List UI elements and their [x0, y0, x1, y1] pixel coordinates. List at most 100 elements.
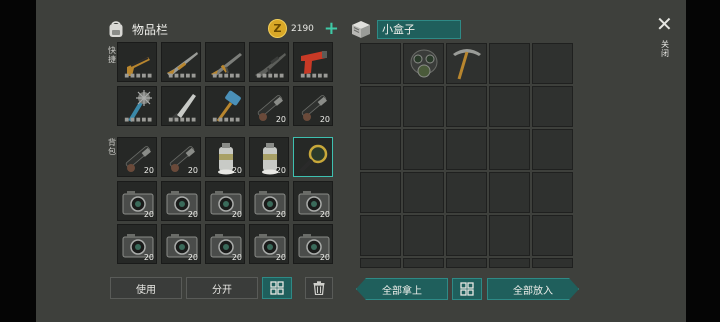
sort-inventory-button[interactable] [262, 277, 292, 299]
close-label[interactable]: 关闭 [660, 40, 670, 58]
inventory-title: 物品栏 [132, 22, 169, 37]
box-slot[interactable] [403, 215, 444, 256]
backpack-icon [109, 21, 123, 37]
inventory-slot[interactable] [293, 137, 333, 177]
box-slot[interactable] [360, 43, 401, 84]
durability-indicator: ■■■■■ [168, 73, 197, 79]
box-slot[interactable] [489, 43, 530, 84]
box-slot[interactable] [489, 258, 530, 268]
item-quantity: 20 [187, 253, 198, 262]
box-slot[interactable] [446, 172, 487, 213]
box-slot[interactable] [360, 129, 401, 170]
box-slot[interactable] [403, 172, 444, 213]
inventory-slot[interactable]: 20 [249, 86, 289, 126]
trash-button[interactable] [305, 277, 333, 299]
box-slot[interactable] [446, 86, 487, 127]
sort-box-button[interactable] [452, 278, 482, 300]
item-quantity: 20 [143, 253, 154, 262]
inventory-slot[interactable]: ■■■■■ [205, 42, 245, 82]
inventory-slot[interactable]: 20 [249, 137, 289, 177]
inventory-slot[interactable]: 20 [117, 181, 157, 221]
durability-indicator: ■■■■■ [256, 73, 285, 79]
backpack-label: 背包 [108, 138, 116, 156]
gas-mask-icon [410, 49, 438, 78]
inventory-slot[interactable]: 20 [205, 181, 245, 221]
box-slot[interactable] [532, 86, 573, 127]
inventory-slot[interactable]: ■■■■■ [117, 86, 157, 126]
item-quantity: 20 [143, 210, 154, 219]
inventory-slot[interactable]: 20 [205, 137, 245, 177]
close-icon[interactable]: ✕ [656, 12, 673, 36]
box-slot[interactable] [532, 215, 573, 256]
box-slot[interactable] [446, 215, 487, 256]
screen-edge-left [0, 0, 36, 322]
box-slot[interactable] [360, 258, 401, 268]
screen-edge-right [686, 0, 720, 322]
item-quantity: 20 [143, 166, 154, 175]
inventory-slot[interactable]: 20 [117, 224, 157, 264]
item-quantity: 20 [231, 210, 242, 219]
inventory-slot[interactable]: 20 [205, 224, 245, 264]
box-slot[interactable] [489, 172, 530, 213]
inventory-slot[interactable]: ■■■■■ [293, 42, 333, 82]
durability-indicator: ■■■■■ [300, 73, 329, 79]
box-slot[interactable] [403, 129, 444, 170]
item-quantity: 20 [187, 166, 198, 175]
add-coins-button[interactable]: + [324, 19, 339, 38]
box-slot[interactable] [403, 43, 444, 84]
pickaxe-icon [453, 49, 481, 80]
inventory-slot[interactable]: ■■■■■ [249, 42, 289, 82]
inventory-slot[interactable]: 20 [293, 181, 333, 221]
magnifier-icon [299, 144, 328, 173]
box-slot[interactable] [489, 86, 530, 127]
inventory-slot[interactable]: 20 [249, 224, 289, 264]
inventory-slot[interactable]: 20 [293, 86, 333, 126]
box-slot[interactable] [360, 86, 401, 127]
item-quantity: 20 [319, 115, 330, 124]
inventory-slot[interactable]: ■■■■■ [117, 42, 157, 82]
take-all-button[interactable]: 全部拿上 [356, 278, 448, 300]
box-header: 小盒子 [350, 18, 461, 40]
box-slot[interactable] [489, 215, 530, 256]
inventory-slot[interactable]: ■■■■■ [161, 42, 201, 82]
inventory-slot[interactable]: 20 [293, 224, 333, 264]
item-quantity: 20 [275, 253, 286, 262]
inventory-slot[interactable]: 20 [161, 181, 201, 221]
box-slot[interactable] [532, 258, 573, 268]
box-slot[interactable] [532, 43, 573, 84]
split-button[interactable]: 分开 [186, 277, 258, 299]
inventory-slot[interactable]: 20 [161, 224, 201, 264]
box-slot[interactable] [446, 129, 487, 170]
inventory-slot[interactable]: 20 [161, 137, 201, 177]
put-all-button[interactable]: 全部放入 [487, 278, 579, 300]
coin-balance: Z 2190 + [268, 19, 339, 38]
item-quantity: 20 [319, 210, 330, 219]
item-quantity: 20 [231, 166, 242, 175]
item-quantity: 20 [275, 115, 286, 124]
item-quantity: 20 [231, 253, 242, 262]
inventory-header: 物品栏 [106, 18, 168, 40]
box-slot[interactable] [360, 172, 401, 213]
coin-icon: Z [268, 19, 287, 38]
box-slot[interactable] [403, 86, 444, 127]
box-slot[interactable] [532, 172, 573, 213]
box-slot[interactable] [360, 215, 401, 256]
box-slot[interactable] [489, 129, 530, 170]
inventory-slot[interactable]: 20 [117, 137, 157, 177]
box-icon [352, 21, 370, 38]
box-slot[interactable] [446, 258, 487, 268]
grid-icon [460, 282, 474, 296]
box-slot[interactable] [403, 258, 444, 268]
item-quantity: 20 [275, 166, 286, 175]
inventory-slot[interactable]: 20 [249, 181, 289, 221]
inventory-slot[interactable]: ■■■■■ [205, 86, 245, 126]
item-quantity: 20 [275, 210, 286, 219]
inventory-slot[interactable]: ■■■■■ [161, 86, 201, 126]
box-slot[interactable] [446, 43, 487, 84]
item-quantity: 20 [187, 210, 198, 219]
durability-indicator: ■■■■■ [168, 117, 197, 123]
item-quantity: 20 [319, 253, 330, 262]
quick-slot-label: 快捷 [108, 46, 116, 64]
box-slot[interactable] [532, 129, 573, 170]
use-button[interactable]: 使用 [110, 277, 182, 299]
